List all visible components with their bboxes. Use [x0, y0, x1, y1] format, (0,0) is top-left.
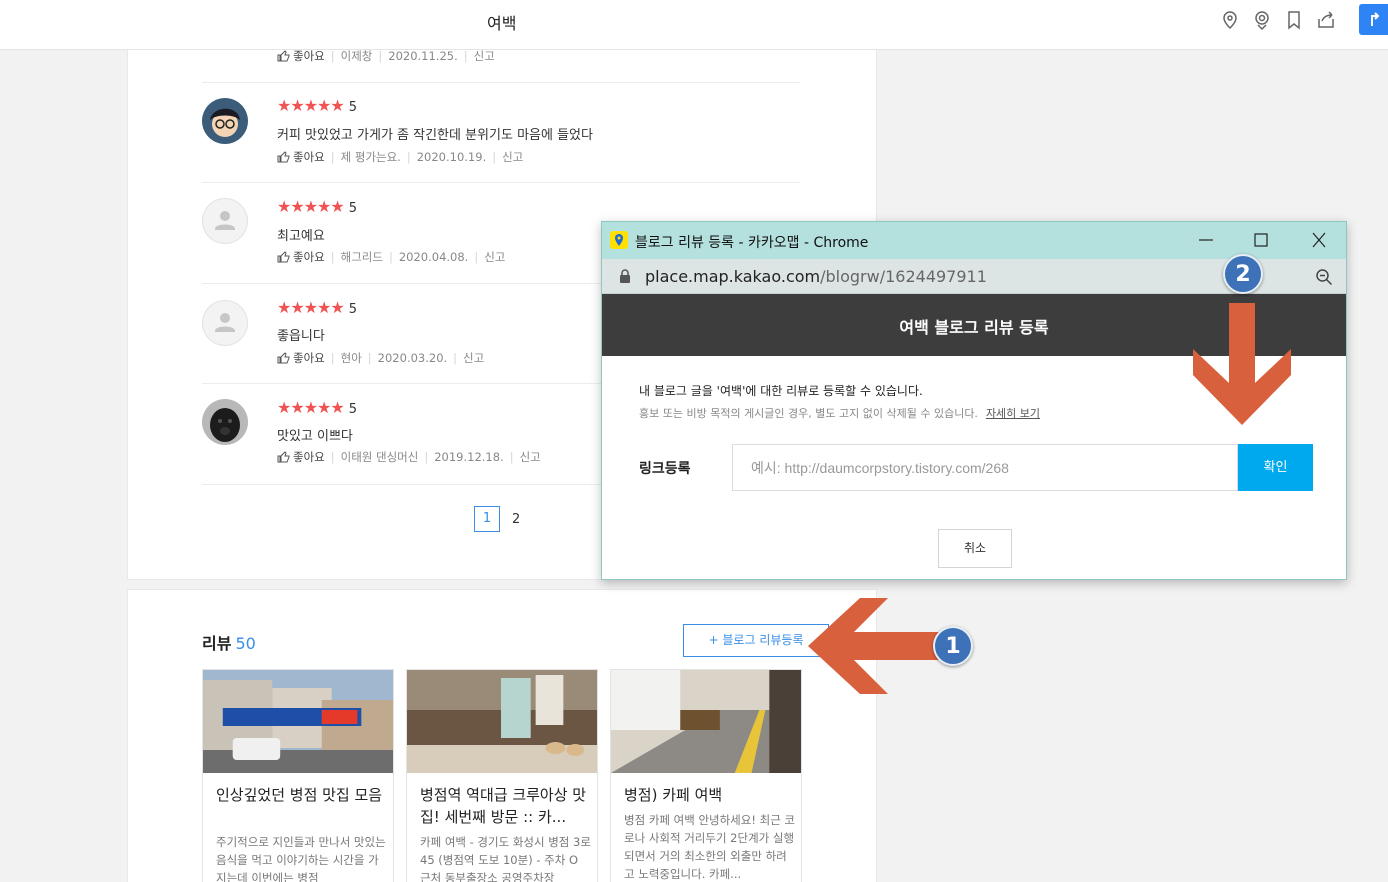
window-title: 블로그 리뷰 등록 - 카카오맵 - Chrome	[635, 235, 869, 251]
review-meta: 좋아요 | 해그리드 | 2020.04.08. | 신고	[277, 249, 505, 265]
review-meta: 좋아요 | 현아 | 2020.03.20. | 신고	[277, 350, 484, 366]
review-date: 2019.12.18.	[434, 450, 504, 464]
blog-section-title: 리뷰 50	[202, 634, 256, 653]
report-link[interactable]: 신고	[502, 149, 523, 165]
like-button[interactable]: 좋아요	[277, 249, 325, 265]
maximize-icon[interactable]	[1249, 229, 1273, 251]
thumbs-up-icon	[277, 251, 290, 263]
review-author: 현아	[340, 351, 362, 365]
thumbs-up-icon	[277, 151, 290, 163]
like-button[interactable]: 좋아요	[277, 149, 325, 165]
like-button[interactable]: 좋아요	[277, 449, 325, 465]
review-date: 2020.11.25.	[388, 49, 458, 63]
review-item: ★★★★★ 5 커피 맛있었고 가게가 좀 작긴한데 분위기도 마음에 들었다 좋…	[202, 83, 800, 183]
thumbs-up-icon	[277, 451, 290, 463]
avatar	[202, 98, 248, 144]
blog-card-desc: 카페 여백 - 경기도 화성시 병점 3로 45 (병점역 도보 10분) - …	[420, 835, 591, 882]
review-meta: 좋아요 | 이태원 댄싱머신 | 2019.12.18. | 신고	[277, 449, 541, 465]
thumbs-up-icon	[277, 50, 290, 62]
close-icon[interactable]	[1307, 229, 1331, 251]
review-text: 맛있고 이쁘다	[277, 429, 353, 444]
page-current[interactable]: 1	[474, 506, 500, 532]
blog-link-input[interactable]	[732, 444, 1238, 491]
blog-card[interactable]: 인상깊었던 병점 맛집 모음 주기적으로 지인들과 만나서 맛있는 음식을 먹고…	[202, 669, 394, 882]
share-icon[interactable]	[1316, 10, 1336, 30]
blog-thumbnail	[203, 670, 393, 773]
annotation-badge-1: 1	[933, 626, 973, 666]
star-rating: ★★★★★ 5	[277, 197, 357, 216]
like-button[interactable]: 좋아요	[277, 350, 325, 366]
lock-icon	[620, 269, 630, 283]
review-author: 이태원 댄싱머신	[340, 450, 419, 464]
cancel-button[interactable]: 취소	[938, 529, 1012, 568]
bookmark-icon[interactable]	[1284, 10, 1304, 30]
review-author: 제 평가는요.	[340, 150, 401, 164]
route-button[interactable]	[1359, 4, 1388, 35]
like-button[interactable]: 좋아요	[277, 48, 325, 64]
blog-thumbnail	[611, 670, 801, 773]
blog-thumbnail	[407, 670, 597, 773]
kakaomap-logo-icon	[610, 231, 628, 249]
minimize-icon[interactable]	[1194, 229, 1218, 251]
annotation-arrow-down	[1193, 303, 1291, 425]
popup-description: 내 블로그 글을 '여백'에 대한 리뷰로 등록할 수 있습니다.	[639, 384, 923, 398]
review-text: 좋읍니다	[277, 329, 325, 344]
star-rating: ★★★★★ 5	[277, 398, 357, 417]
place-title: 여백	[487, 14, 517, 33]
review-author: 이제창	[340, 49, 373, 63]
annotation-arrow-left	[808, 598, 940, 694]
review-count: 50	[235, 634, 256, 653]
link-label: 링크등록	[639, 461, 691, 477]
avatar	[202, 300, 248, 346]
review-text: 최고예요	[277, 229, 325, 244]
blog-card-title: 병점역 역대급 크루아상 맛집! 세번째 방문 :: 카...	[420, 786, 587, 826]
route-icon	[1371, 12, 1380, 26]
pagination: 1 2	[474, 506, 520, 532]
blog-card-title: 인상깊었던 병점 맛집 모음	[216, 786, 383, 804]
default-user-icon	[215, 211, 235, 230]
report-link[interactable]: 신고	[484, 249, 505, 265]
report-link[interactable]: 신고	[520, 449, 541, 465]
avatar	[202, 399, 248, 445]
star-rating: ★★★★★ 5	[277, 96, 357, 115]
target-pin-icon[interactable]	[1252, 10, 1272, 30]
report-link[interactable]: 신고	[474, 48, 495, 64]
page-next[interactable]: 2	[512, 512, 520, 527]
avatar	[202, 198, 248, 244]
review-date: 2020.10.19.	[416, 150, 487, 164]
review-author: 해그리드	[340, 250, 383, 264]
blog-card-desc: 주기적으로 지인들과 만나서 맛있는 음식을 먹고 이야기하는 시간을 가지는데…	[216, 835, 386, 882]
review-meta: 좋아요 | 제 평가는요. | 2020.10.19. | 신고	[277, 149, 523, 165]
blog-card-title: 병점) 카페 여백	[624, 786, 723, 804]
url-text: place.map.kakao.com/blogrw/1624497911	[645, 267, 987, 286]
review-item: 좋아요 | 이제창 | 2020.11.25. | 신고	[202, 40, 800, 83]
report-link[interactable]: 신고	[463, 350, 484, 366]
blog-card-desc: 병점 카페 여백 안녕하세요! 최근 코로나 사회적 거리두기 2단계가 실행되…	[624, 813, 796, 881]
thumbs-up-icon	[277, 352, 290, 364]
default-user-icon	[215, 313, 235, 332]
review-meta: 좋아요 | 이제창 | 2020.11.25. | 신고	[277, 48, 495, 64]
blog-card[interactable]: 병점역 역대급 크루아상 맛집! 세번째 방문 :: 카... 카페 여백 - …	[406, 669, 598, 882]
window-titlebar: 블로그 리뷰 등록 - 카카오맵 - Chrome	[602, 222, 1346, 259]
confirm-button[interactable]: 확인	[1238, 444, 1313, 491]
review-date: 2020.04.08.	[398, 250, 469, 264]
review-text: 커피 맛있었고 가게가 좀 작긴한데 분위기도 마음에 들었다	[277, 128, 593, 143]
star-rating: ★★★★★ 5	[277, 298, 357, 317]
annotation-badge-2: 2	[1223, 254, 1263, 294]
popup-notice: 홍보 또는 비방 목적의 게시글인 경우, 별도 고지 없이 삭제될 수 있습니…	[639, 407, 1041, 420]
blog-card[interactable]: 병점) 카페 여백 병점 카페 여백 안녕하세요! 최근 코로나 사회적 거리두…	[610, 669, 802, 882]
map-pin-icon[interactable]	[1220, 10, 1240, 30]
zoom-out-icon[interactable]	[1315, 268, 1333, 286]
details-link[interactable]: 자세히 보기	[986, 407, 1040, 420]
review-date: 2020.03.20.	[377, 351, 448, 365]
